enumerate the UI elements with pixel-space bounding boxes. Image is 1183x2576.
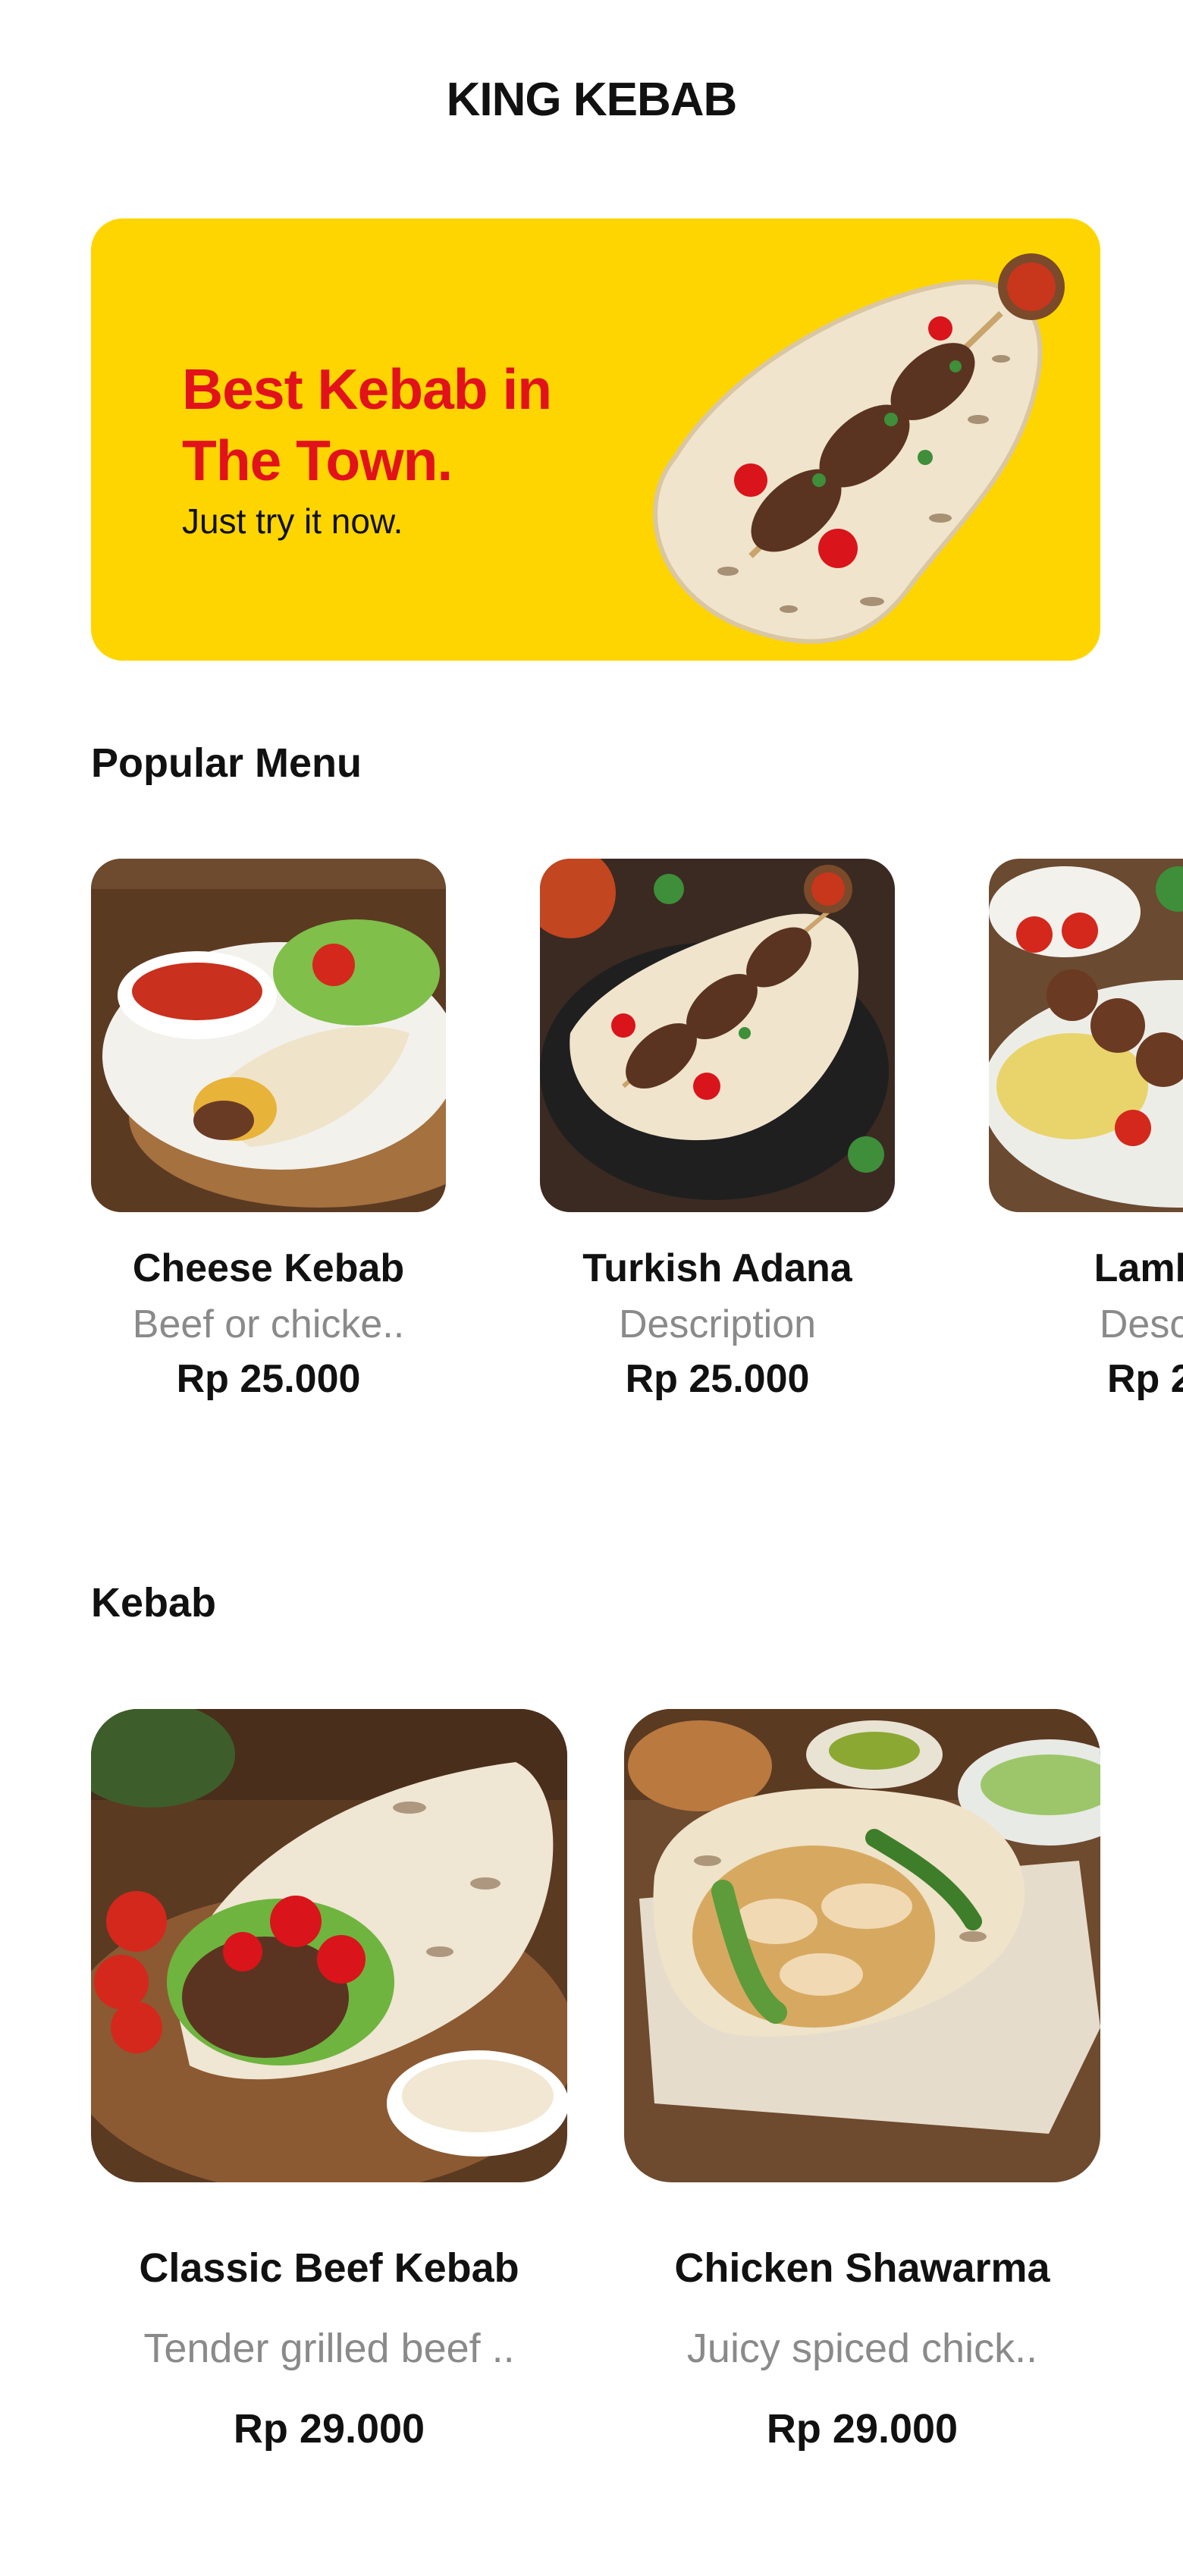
beef-wrap-image — [91, 1709, 567, 2182]
kebab-item-name: Chicken Shawarma — [674, 2245, 1050, 2291]
promo-title-line1: Best Kebab in — [182, 357, 552, 421]
app-title: KING KEBAB — [446, 74, 738, 126]
popular-item-description: Descrip — [1099, 1302, 1183, 1346]
promo-title-line2: The Town. — [182, 429, 453, 492]
popular-item-name: Cheese Kebab — [132, 1246, 405, 1290]
popular-item-turkish-adana[interactable]: Turkish Adana Description Rp 25.000 — [540, 859, 895, 1402]
promo-banner[interactable]: Best Kebab in The Town. Just try it now. — [91, 218, 1100, 661]
adana-skewer-image — [540, 859, 895, 1212]
kebab-item-price: Rp 29.000 — [233, 2406, 425, 2452]
popular-menu-title: Popular Menu — [91, 740, 362, 786]
promo-subtitle: Just try it now. — [182, 501, 403, 541]
popular-item-price: Rp 25.000 — [625, 1357, 810, 1401]
kebab-item-description: Tender grilled beef .. — [143, 2326, 515, 2371]
popular-item-description: Description — [618, 1302, 817, 1346]
popular-menu-carousel[interactable]: Cheese Kebab Beef or chicke.. Rp 25.000 — [0, 859, 1183, 1450]
chicken-shawarma-image — [624, 1709, 1100, 2182]
lamb-kebab-rice-image — [989, 859, 1183, 1212]
kebab-section-title: Kebab — [91, 1580, 217, 1626]
popular-item-name: Turkish Adana — [582, 1246, 852, 1290]
popular-item-description: Beef or chicke.. — [132, 1302, 405, 1346]
cheese-kebab-wrap-image — [91, 859, 446, 1212]
popular-item-name: Lamb K — [1094, 1246, 1183, 1290]
kebab-item-price: Rp 29.000 — [766, 2406, 959, 2452]
kebab-skewer-on-flatbread-image — [653, 253, 1065, 644]
kebab-item-classic-beef[interactable]: Classic Beef Kebab Tender grilled beef .… — [91, 1709, 567, 2452]
kebab-item-chicken-shawarma[interactable]: Chicken Shawarma Juicy spiced chick.. Rp… — [624, 1709, 1100, 2452]
kebab-item-name: Classic Beef Kebab — [139, 2245, 519, 2291]
promo-title: Best Kebab in The Town. — [182, 353, 607, 496]
kebab-item-description: Juicy spiced chick.. — [686, 2326, 1038, 2371]
popular-item-lamb-kebab[interactable]: Lamb K Descrip Rp 25. — [989, 859, 1183, 1402]
popular-item-price: Rp 25.000 — [176, 1357, 361, 1401]
popular-item-price: Rp 25. — [1106, 1357, 1183, 1401]
popular-item-cheese-kebab[interactable]: Cheese Kebab Beef or chicke.. Rp 25.000 — [91, 859, 446, 1402]
